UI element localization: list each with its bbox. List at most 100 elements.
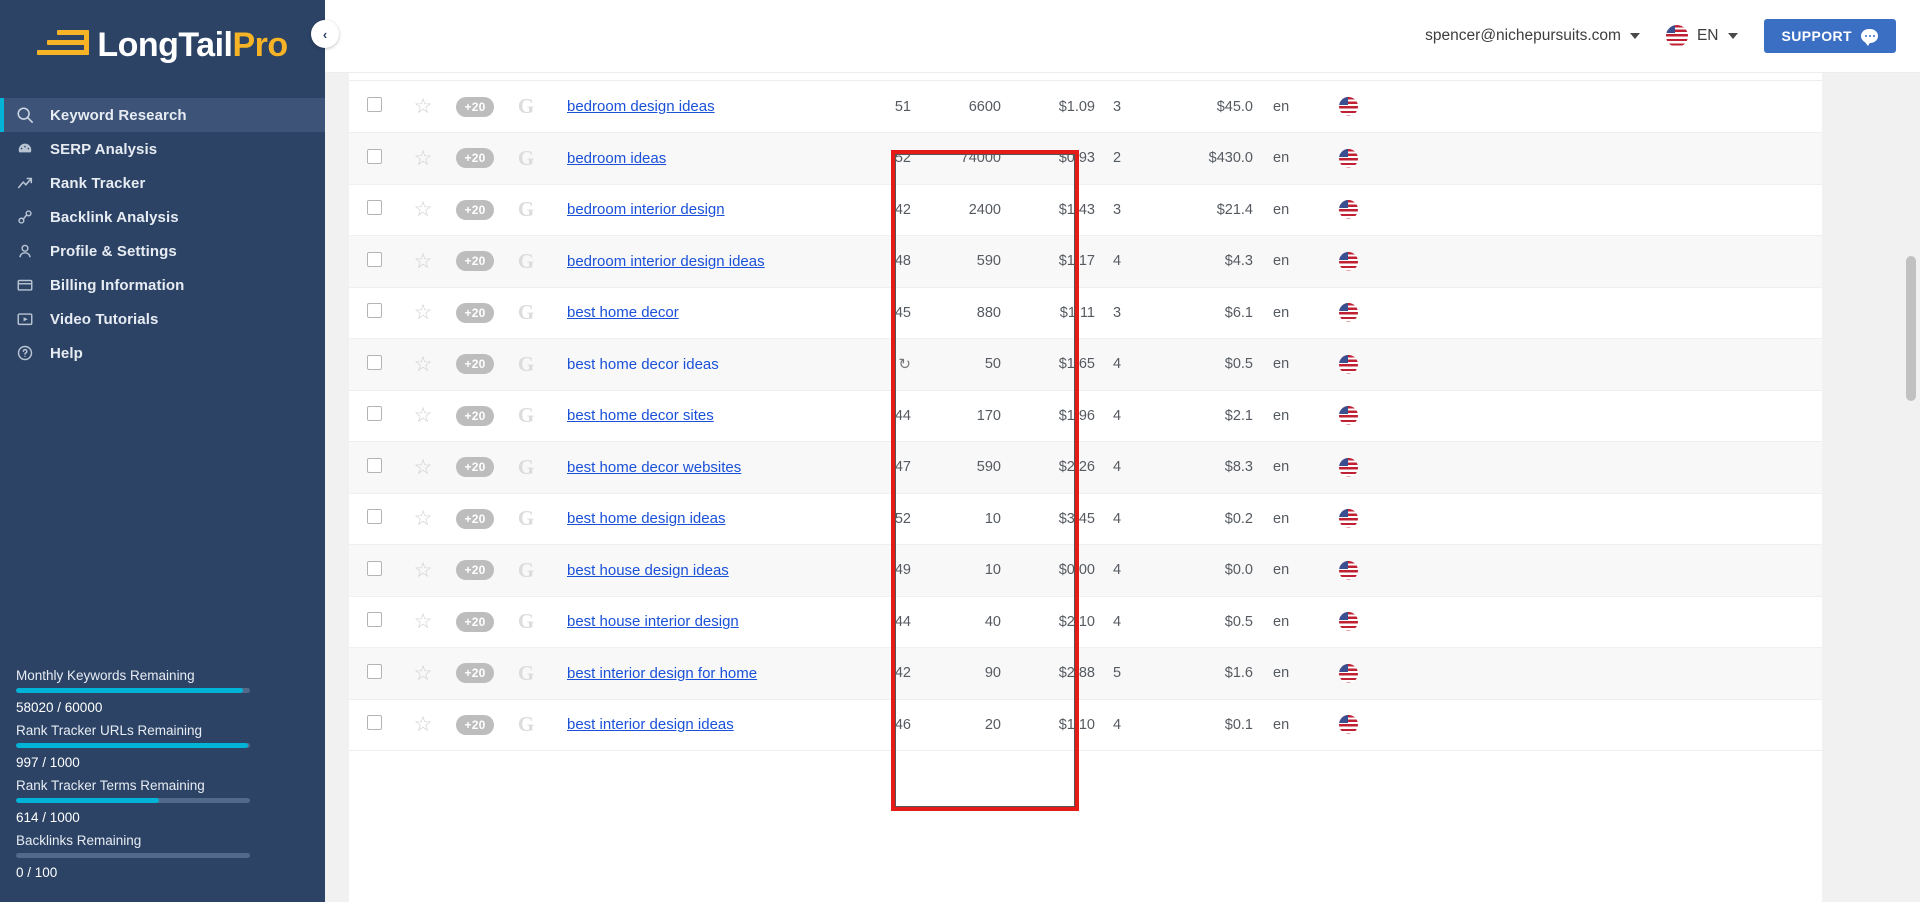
star-icon[interactable]: ☆ xyxy=(414,507,433,530)
row-checkbox[interactable] xyxy=(366,406,382,422)
support-button[interactable]: SUPPORT xyxy=(1763,19,1896,53)
add-twenty-badge[interactable]: +20 xyxy=(455,96,495,117)
table-row[interactable]: ☆ +20 Gbest home design ideas 52 10 $3.45 4 $0.… xyxy=(349,493,1822,545)
language-menu[interactable]: EN xyxy=(1665,25,1738,47)
table-row[interactable]: ☆ +20 Gbest house interior design 44 40 $2.10… xyxy=(349,596,1822,648)
row-checkbox[interactable] xyxy=(366,354,382,370)
star-icon[interactable]: ☆ xyxy=(414,147,433,170)
table-row[interactable]: ☆ +20 Gbest home decor 45 880 $1.11 3 $6.1 en xyxy=(349,287,1822,339)
keyword-link[interactable]: best interior design ideas xyxy=(567,716,734,733)
add-twenty-badge[interactable]: +20 xyxy=(455,199,495,220)
keyword-link[interactable]: best home decor websites xyxy=(567,459,741,476)
row-select-cell xyxy=(349,287,399,339)
keyword-link[interactable]: bedroom interior design xyxy=(567,201,725,218)
keyword-link[interactable]: bedroom ideas xyxy=(567,150,666,167)
star-icon[interactable]: ☆ xyxy=(414,250,433,273)
keyword-link[interactable]: best home decor sites xyxy=(567,407,714,424)
keyword-link[interactable]: best interior design for home xyxy=(567,665,757,682)
google-icon[interactable]: G xyxy=(518,506,534,530)
star-icon[interactable]: ☆ xyxy=(414,301,433,324)
add-twenty-badge[interactable]: +20 xyxy=(455,354,495,375)
sidebar-item-profile-settings[interactable]: Profile & Settings xyxy=(0,234,325,268)
row-checkbox[interactable] xyxy=(366,612,382,628)
google-icon[interactable]: G xyxy=(518,300,534,324)
star-icon[interactable]: ☆ xyxy=(414,662,433,685)
sidebar-item-help[interactable]: Help xyxy=(0,336,325,370)
table-row[interactable]: ☆ +20 Gbest home decor sites 44 170 $1.96 4 $2.… xyxy=(349,390,1822,442)
table-row[interactable]: ☆ +20 Gbest interior design ideas 46 20 $1.10… xyxy=(349,699,1822,751)
table-row[interactable]: ☆ +20 Gbest home decor ideas ↻ 50 $1.65 4 $0.5 e… xyxy=(349,338,1822,391)
row-checkbox[interactable] xyxy=(366,509,382,525)
sidebar-item-label: SERP Analysis xyxy=(50,140,158,158)
star-icon[interactable]: ☆ xyxy=(414,198,433,221)
sidebar-collapse-button[interactable]: ‹ xyxy=(311,20,339,48)
star-icon[interactable]: ☆ xyxy=(414,610,433,633)
keyword-link[interactable]: best home decor ideas xyxy=(567,356,719,373)
google-icon[interactable]: G xyxy=(518,403,534,427)
table-row[interactable]: ☆ +20 Gbest house design ideas 49 10 $0.00 4 $0… xyxy=(349,544,1822,597)
add-twenty-badge[interactable]: +20 xyxy=(455,714,495,735)
row-checkbox[interactable] xyxy=(366,715,382,731)
star-icon[interactable]: ☆ xyxy=(414,559,433,582)
google-icon[interactable]: G xyxy=(518,661,534,685)
row-checkbox[interactable] xyxy=(366,560,382,576)
add-twenty-badge[interactable]: +20 xyxy=(455,663,495,684)
search-volume-cell: 170 xyxy=(925,390,1017,442)
google-icon[interactable]: G xyxy=(518,712,534,736)
google-icon[interactable]: G xyxy=(518,609,534,633)
add-twenty-badge[interactable]: +20 xyxy=(455,560,495,581)
keyword-link[interactable]: bedroom interior design ideas xyxy=(567,253,765,270)
table-row[interactable]: ☆ +20 Gbest home decor websites 47 590 $2.26 4… xyxy=(349,441,1822,494)
row-google-cell: G xyxy=(503,596,549,648)
account-menu[interactable]: spencer@nichepursuits.com xyxy=(1425,27,1640,45)
add-twenty-badge[interactable]: +20 xyxy=(455,457,495,478)
star-icon[interactable]: ☆ xyxy=(414,404,433,427)
add-twenty-badge[interactable]: +20 xyxy=(455,405,495,426)
google-icon[interactable]: G xyxy=(518,455,534,479)
table-row[interactable]: ☆ +20 Gbedroom interior design 42 2400 $1.43 3… xyxy=(349,184,1822,236)
add-twenty-badge[interactable]: +20 xyxy=(455,148,495,169)
content-area: ☆ +20 Gbedroom design ideas 51 6600 $1.09 3 $45… xyxy=(325,73,1920,902)
keyword-link[interactable]: best house interior design xyxy=(567,613,739,630)
table-row[interactable]: ☆ +20 Gbedroom design ideas 51 6600 $1.09 3 $45… xyxy=(349,81,1822,133)
sidebar-item-keyword-research[interactable]: Keyword Research xyxy=(0,98,325,132)
table-row[interactable]: ☆ +20 Gbedroom interior design ideas 48 590 $… xyxy=(349,235,1822,288)
table-row[interactable]: ☆ +20 Gbedroom ideas 52 74000 $0.93 2 $430.0 en xyxy=(349,132,1822,185)
vertical-scrollbar-thumb[interactable] xyxy=(1906,256,1916,401)
brand-logo[interactable]: LongTailPro ‹ xyxy=(0,0,339,90)
row-checkbox[interactable] xyxy=(366,457,382,473)
google-icon[interactable]: G xyxy=(518,146,534,170)
star-icon[interactable]: ☆ xyxy=(414,713,433,736)
add-twenty-badge[interactable]: +20 xyxy=(455,302,495,323)
sidebar-item-serp-analysis[interactable]: SERP Analysis xyxy=(0,132,325,166)
star-icon[interactable]: ☆ xyxy=(414,95,433,118)
cpc-cell: $1.17 xyxy=(1017,235,1095,288)
row-checkbox[interactable] xyxy=(366,200,382,216)
add-twenty-badge[interactable]: +20 xyxy=(455,611,495,632)
row-checkbox[interactable] xyxy=(366,97,382,112)
keyword-link[interactable]: best home decor xyxy=(567,304,679,321)
vertical-scrollbar[interactable] xyxy=(1904,146,1918,902)
google-icon[interactable]: G xyxy=(518,558,534,582)
keyword-link[interactable]: best home design ideas xyxy=(567,510,725,527)
sidebar-item-rank-tracker[interactable]: Rank Tracker xyxy=(0,166,325,200)
add-twenty-badge[interactable]: +20 xyxy=(455,508,495,529)
add-twenty-badge[interactable]: +20 xyxy=(455,251,495,272)
star-icon[interactable]: ☆ xyxy=(414,456,433,479)
row-checkbox[interactable] xyxy=(366,251,382,267)
row-checkbox[interactable] xyxy=(366,303,382,319)
google-icon[interactable]: G xyxy=(518,352,534,376)
keyword-link[interactable]: best house design ideas xyxy=(567,562,729,579)
star-icon[interactable]: ☆ xyxy=(414,353,433,376)
google-icon[interactable]: G xyxy=(518,249,534,273)
sync-icon[interactable]: ↻ xyxy=(898,355,911,373)
google-icon[interactable]: G xyxy=(518,197,534,221)
sidebar-item-video-tutorials[interactable]: Video Tutorials xyxy=(0,302,325,336)
google-icon[interactable]: G xyxy=(518,94,534,118)
table-row[interactable]: ☆ +20 Gbest interior design for home 42 90 $2… xyxy=(349,647,1822,700)
sidebar-item-backlink-analysis[interactable]: Backlink Analysis xyxy=(0,200,325,234)
row-checkbox[interactable] xyxy=(366,663,382,679)
keyword-link[interactable]: bedroom design ideas xyxy=(567,98,715,115)
row-checkbox[interactable] xyxy=(366,148,382,164)
sidebar-item-billing-information[interactable]: Billing Information xyxy=(0,268,325,302)
